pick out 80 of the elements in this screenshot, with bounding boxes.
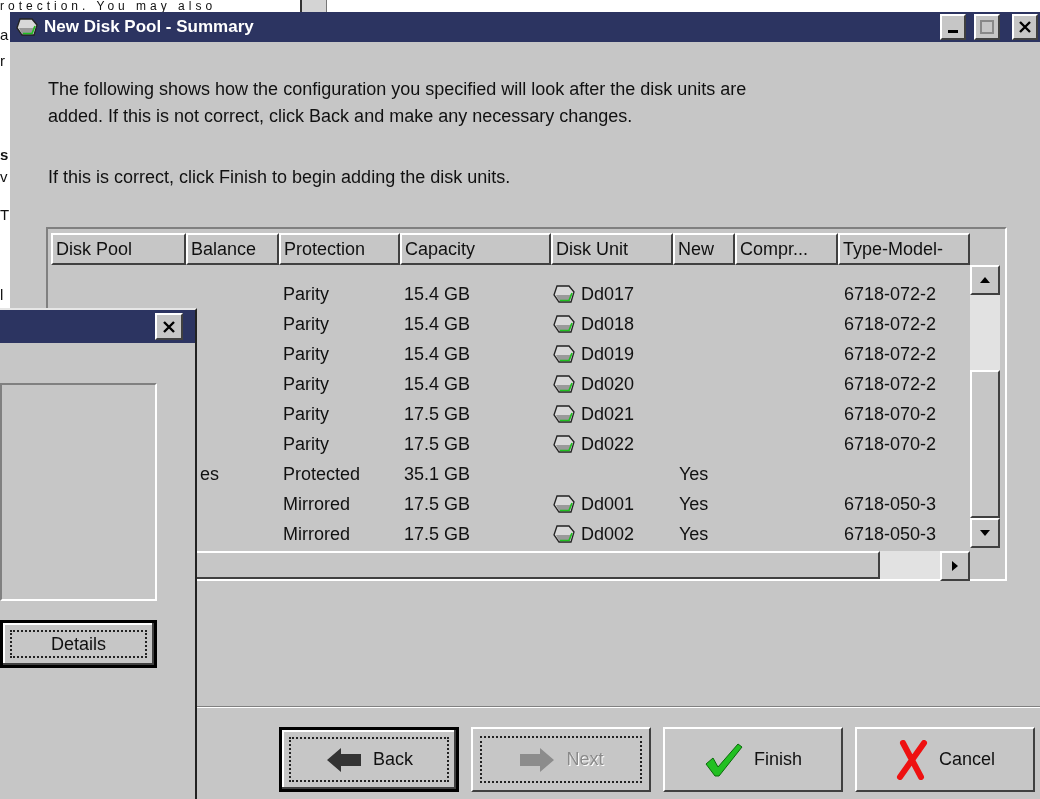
table-cell: Dd021 <box>581 403 635 425</box>
table-cell-text: 17.5 GB <box>403 523 471 545</box>
table-cell-text: Yes <box>678 463 709 485</box>
column-header[interactable]: New <box>673 233 735 265</box>
maximize-button[interactable] <box>974 14 1000 40</box>
table-cell-text: Parity <box>282 433 329 455</box>
table-cell-text: Yes <box>678 493 709 515</box>
list-box[interactable] <box>0 383 157 601</box>
description-text: The following shows how the configuration you specified will look after the disk units are added. If this is not correct, click Back and make any necessary changes. <box>47 78 747 128</box>
instruction-text: If this is correct, click Finish to begin adding the disk units. <box>47 166 511 189</box>
table-cell: Dd017 <box>581 283 635 305</box>
table-cell-text: 6718-072-2 <box>843 373 937 395</box>
cancel-button[interactable]: Cancel <box>855 727 1035 792</box>
close-icon <box>1018 20 1032 34</box>
table-cell-text: Parity <box>282 373 329 395</box>
right-triangle-icon <box>951 560 959 572</box>
table-cell: Dd022 <box>581 433 635 455</box>
scroll-up-button[interactable] <box>970 265 1000 295</box>
down-triangle-icon <box>979 529 991 537</box>
table-cell-text: 17.5 GB <box>403 493 471 515</box>
table-cell-text: es <box>199 463 219 485</box>
table-cell-text: Parity <box>282 343 329 365</box>
column-header[interactable]: Disk Unit <box>551 233 673 265</box>
table-cell-text: 6718-050-3 <box>843 493 937 515</box>
table-cell-text: Parity <box>282 283 329 305</box>
table-cell-text: Protected <box>282 463 361 485</box>
table-cell-text: 35.1 GB <box>403 463 471 485</box>
page-text: rotection. You may also <box>0 0 217 12</box>
left-arrow-icon <box>325 745 363 774</box>
up-triangle-icon <box>979 276 991 284</box>
scroll-down-button[interactable] <box>970 518 1000 548</box>
column-header[interactable]: Capacity <box>400 233 551 265</box>
window-title: New Disk Pool - Summary <box>44 17 255 37</box>
minimize-button[interactable] <box>940 14 966 40</box>
page-text: a <box>0 26 9 44</box>
table-cell: Dd002 <box>581 523 635 545</box>
close-icon <box>162 319 176 334</box>
table-cell-text: 15.4 GB <box>403 283 471 305</box>
scrollbar[interactable] <box>300 0 327 12</box>
page-text: r <box>0 52 5 70</box>
table-cell-text: 6718-072-2 <box>843 283 937 305</box>
table-cell: Dd001 <box>581 493 635 515</box>
table-cell-text: 6718-070-2 <box>843 403 937 425</box>
column-header[interactable]: Protection <box>279 233 400 265</box>
table-cell: Dd019 <box>581 343 635 365</box>
column-header[interactable]: Type-Model- <box>838 233 970 265</box>
maximize-icon <box>980 20 994 34</box>
column-header[interactable]: Disk Pool <box>51 233 186 265</box>
back-button[interactable]: Back <box>279 727 459 792</box>
table-cell-text: Mirrored <box>282 493 350 515</box>
details-button[interactable]: Details <box>0 620 157 668</box>
table-cell: Dd020 <box>581 373 635 395</box>
table-cell: Dd018 <box>581 313 635 335</box>
page-text: l <box>0 286 4 304</box>
scrollbar-thumb[interactable] <box>970 370 1000 518</box>
table-cell-text: 6718-072-2 <box>843 343 937 365</box>
table-cell-text: 15.4 GB <box>403 373 471 395</box>
page-text: T <box>0 206 10 224</box>
column-header[interactable]: Compr... <box>735 233 838 265</box>
table-cell-text: 15.4 GB <box>403 343 471 365</box>
table-cell-text: 6718-070-2 <box>843 433 937 455</box>
minimize-icon <box>948 30 958 33</box>
close-button[interactable] <box>1012 14 1038 40</box>
table-cell-text: 6718-072-2 <box>843 313 937 335</box>
table-cell-text: Yes <box>678 523 709 545</box>
table-cell-text: 17.5 GB <box>403 403 471 425</box>
cross-icon <box>895 739 929 780</box>
checkmark-icon <box>704 741 744 778</box>
page-text: s <box>0 146 9 164</box>
table-cell-text: Parity <box>282 403 329 425</box>
page-text: v <box>0 168 8 186</box>
scroll-right-button[interactable] <box>940 551 970 581</box>
column-header[interactable]: Balance <box>186 233 279 265</box>
table-cell-text: Mirrored <box>282 523 350 545</box>
table-cell-text: 6718-050-3 <box>843 523 937 545</box>
table-cell-text: 15.4 GB <box>403 313 471 335</box>
table-cell-text: 17.5 GB <box>403 433 471 455</box>
close-button[interactable] <box>155 313 183 340</box>
table-cell-text: Parity <box>282 313 329 335</box>
finish-button[interactable]: Finish <box>663 727 843 792</box>
